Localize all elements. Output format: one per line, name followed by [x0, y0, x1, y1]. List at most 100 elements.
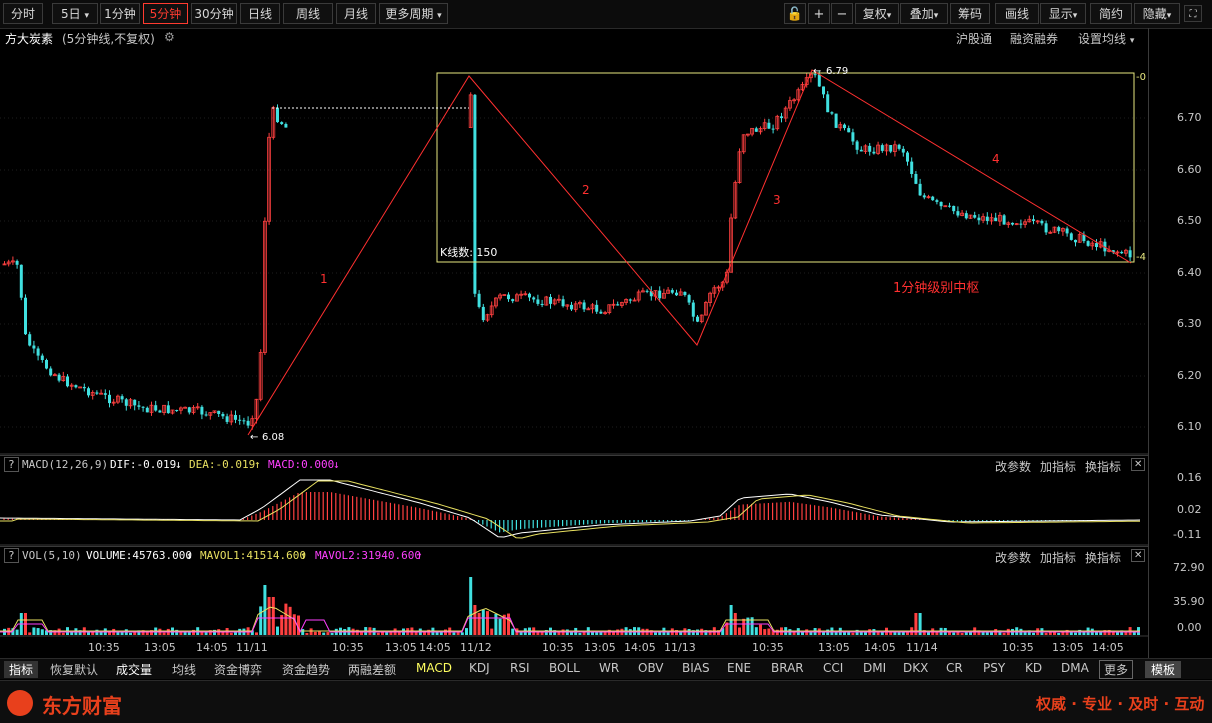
zoom-in-icon[interactable]: + [808, 3, 830, 24]
tab-dkx[interactable]: DKX [903, 661, 928, 675]
candle-body [154, 405, 158, 411]
candle-body [872, 151, 876, 154]
candle-body [200, 406, 204, 415]
tab-month[interactable]: 月线 [336, 3, 376, 24]
template-button[interactable]: 模板 [1145, 661, 1182, 678]
volume-bar [288, 606, 292, 635]
lock-icon[interactable]: 🔓 [784, 3, 806, 24]
tab-indicator[interactable]: 指标 [4, 661, 39, 678]
tab-kd[interactable]: KD [1025, 661, 1042, 675]
close-icon[interactable]: ✕ [1131, 458, 1146, 471]
tab-1min[interactable]: 1分钟 [100, 3, 140, 24]
maximize-icon[interactable]: ⛶ [1184, 5, 1202, 22]
add-indicator-button[interactable]: 加指标 [1040, 549, 1076, 566]
tab-brar[interactable]: BRAR [771, 661, 804, 675]
tab-fenshi[interactable]: 分时 [3, 3, 43, 24]
price-tick: 6.10 [1177, 420, 1202, 433]
candle-body [570, 304, 573, 310]
chevron-down-icon: ▾ [886, 11, 892, 21]
tab-cr[interactable]: CR [946, 661, 963, 675]
candle-body [74, 385, 78, 388]
close-icon[interactable]: ✕ [1131, 549, 1146, 562]
tab-wr[interactable]: WR [599, 661, 619, 675]
simple-button[interactable]: 简约 [1090, 3, 1132, 24]
time-tick: 14:05 [196, 641, 228, 654]
overlay-label: 叠加 [909, 7, 934, 21]
tab-more-periods[interactable]: 更多周期 ▾ [379, 3, 448, 24]
volume-bar [276, 626, 279, 635]
candle-body [1086, 241, 1090, 246]
tab-fund-game[interactable]: 资金博弈 [214, 661, 262, 678]
time-tick: 13:05 [584, 641, 616, 654]
adjust-button[interactable]: 复权▾ [855, 3, 899, 24]
question-icon[interactable]: ? [4, 548, 19, 563]
tab-cci[interactable]: CCI [823, 661, 843, 675]
tab-bias[interactable]: BIAS [682, 661, 710, 675]
kline-count-label: K线数: 150 [440, 245, 497, 259]
volume-bar [494, 613, 498, 635]
hide-button[interactable]: 隐藏▾ [1134, 3, 1180, 24]
tab-kdj[interactable]: KDJ [469, 661, 490, 675]
modify-params-button[interactable]: 改参数 [995, 458, 1031, 475]
tab-fund-trend[interactable]: 资金趋势 [282, 661, 330, 678]
volume-bar [486, 611, 489, 635]
candle-body [780, 116, 783, 119]
candle-body [910, 161, 914, 175]
zoom-out-icon[interactable]: − [831, 3, 853, 24]
tab-restore-default[interactable]: 恢复默认 [50, 661, 98, 678]
volume-bar [460, 632, 464, 635]
tab-margin-diff[interactable]: 两融差额 [348, 661, 396, 678]
time-tick: 14:05 [419, 641, 451, 654]
vol-mavol2: MAVOL2:31940.600 [315, 549, 421, 562]
seg-label-4: 4 [992, 152, 1000, 166]
switch-indicator-button[interactable]: 换指标 [1085, 549, 1121, 566]
candle-body [511, 299, 515, 302]
draw-button[interactable]: 画线 [995, 3, 1039, 24]
overlay-button[interactable]: 叠加▾ [900, 3, 948, 24]
tab-ene[interactable]: ENE [727, 661, 751, 675]
chevron-down-icon: ▾ [1072, 11, 1078, 21]
candle-body [561, 299, 565, 307]
candle-body [477, 293, 481, 307]
tab-week[interactable]: 周线 [283, 3, 333, 24]
macd-tick: 0.16 [1177, 471, 1202, 484]
switch-indicator-button[interactable]: 换指标 [1085, 458, 1121, 475]
tab-rsi[interactable]: RSI [510, 661, 530, 675]
candle-body [935, 200, 939, 202]
tab-obv[interactable]: OBV [638, 661, 664, 675]
add-indicator-button[interactable]: 加指标 [1040, 458, 1076, 475]
tab-30min[interactable]: 30分钟 [191, 3, 237, 24]
tab-dma[interactable]: DMA [1061, 661, 1089, 675]
volume-bar [481, 609, 485, 635]
tab-boll[interactable]: BOLL [549, 661, 580, 675]
volume-bar [221, 632, 225, 635]
candle-body [1011, 222, 1014, 225]
chevron-down-icon: ▾ [437, 11, 442, 21]
vol-tick: 35.90 [1173, 595, 1205, 608]
modify-params-button[interactable]: 改参数 [995, 549, 1031, 566]
tab-5day[interactable]: 5日 ▾ [52, 3, 98, 24]
tab-dmi[interactable]: DMI [863, 661, 886, 675]
tab-psy[interactable]: PSY [983, 661, 1005, 675]
chips-button[interactable]: 筹码 [950, 3, 990, 24]
volume-bar [759, 624, 762, 635]
volume-bar [284, 603, 288, 635]
volume-panel [0, 577, 1140, 635]
volume-bar [36, 628, 40, 635]
display-button[interactable]: 显示▾ [1040, 3, 1086, 24]
center-box [436, 72, 1135, 263]
tab-more[interactable]: 更多 [1099, 660, 1134, 679]
question-icon[interactable]: ? [4, 457, 19, 472]
volume-bar [1044, 632, 1048, 635]
candle-body [1019, 223, 1023, 225]
candle-body [32, 345, 36, 349]
arrow-down-icon: ↓ [175, 458, 182, 471]
tab-macd[interactable]: MACD [416, 661, 452, 675]
tab-volume[interactable]: 成交量 [116, 661, 152, 678]
tab-ma[interactable]: 均线 [172, 661, 196, 678]
volume-bar [595, 632, 599, 635]
tab-5min[interactable]: 5分钟 [143, 3, 188, 24]
volume-bar [469, 577, 473, 635]
tab-day[interactable]: 日线 [240, 3, 280, 24]
volume-bar [490, 628, 494, 635]
